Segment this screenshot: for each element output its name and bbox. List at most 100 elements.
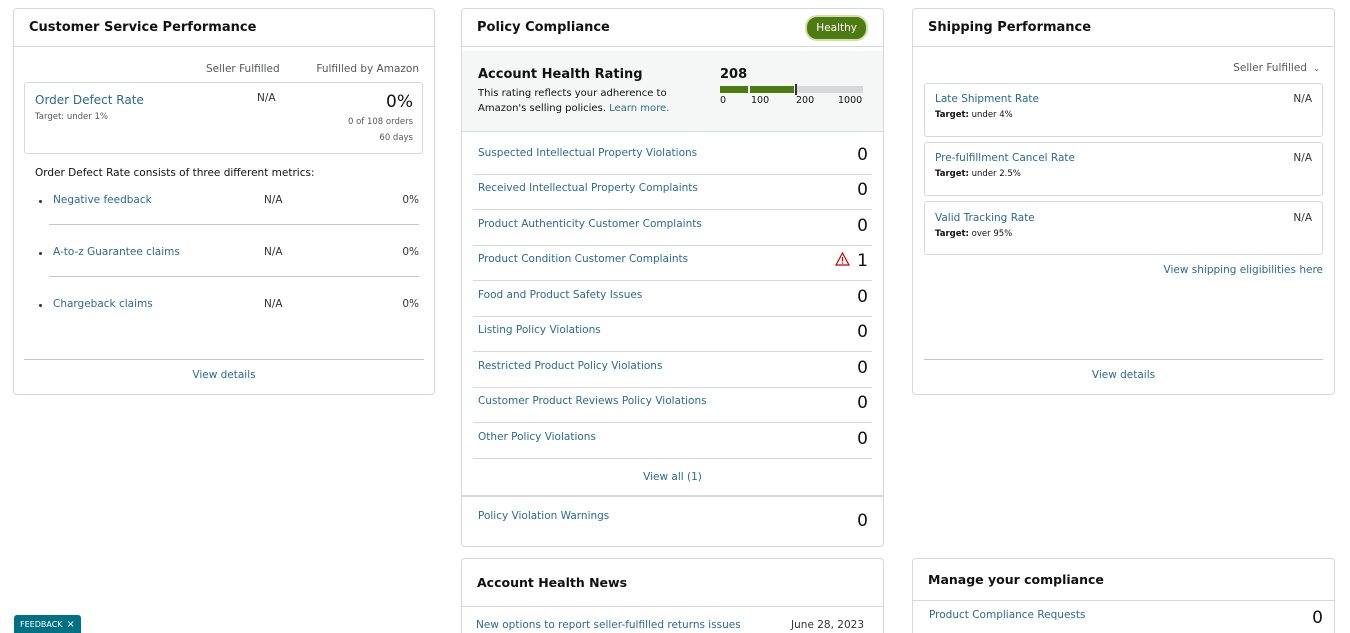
metric-row: Chargeback claims N/A 0% (24, 298, 419, 318)
metric-amazon-value: 0% (402, 246, 419, 258)
odr-target: Target: under 1% (35, 112, 108, 122)
odr-seller-value: N/A (257, 92, 276, 104)
metric-value: N/A (1293, 152, 1312, 164)
policy-row-link[interactable]: Received Intellectual Property Complaint… (478, 182, 698, 194)
news-date: June 28, 2023 (791, 619, 864, 631)
view-details-link[interactable]: View details (913, 369, 1334, 381)
feedback-button[interactable]: FEEDBACK × (14, 615, 81, 633)
policy-row-count: 1 (857, 251, 868, 271)
seller-fulfilled-header: Seller Fulfilled (206, 63, 280, 75)
warnings-count: 0 (857, 511, 868, 531)
policy-row-link[interactable]: Product Condition Customer Complaints (478, 253, 688, 265)
rating-value: 208 (720, 67, 748, 82)
shipping-metric-box: Pre-fulfillment Cancel Rate Target: unde… (924, 142, 1323, 196)
compliance-count: 0 (1312, 608, 1323, 628)
scale-label: 200 (796, 95, 815, 106)
scale-label: 100 (751, 95, 770, 106)
policy-row-count: 0 (857, 216, 868, 236)
learn-more-link[interactable]: Learn more. (609, 103, 669, 114)
metric-amazon-value: 0% (402, 194, 419, 206)
view-details-link[interactable]: View details (14, 369, 434, 381)
fulfillment-dropdown[interactable]: Seller Fulfilled ⌄ (1233, 62, 1320, 74)
card-title: Shipping Performance (928, 20, 1092, 35)
rating-title: Account Health Rating (478, 67, 643, 82)
policy-row: Restricted Product Policy Violations 0 (473, 352, 872, 388)
metric-value: N/A (1293, 93, 1312, 105)
policy-row-count: 0 (857, 322, 868, 342)
policy-row-link[interactable]: Listing Policy Violations (478, 324, 601, 336)
shipping-eligibilities-link[interactable]: View shipping eligibilities here (1164, 264, 1323, 276)
metric-row: Negative feedback N/A 0% (24, 194, 419, 214)
customer-service-performance-card: Customer Service Performance Seller Fulf… (13, 8, 435, 395)
order-defect-rate-link[interactable]: Order Defect Rate (35, 93, 144, 107)
policy-row: Listing Policy Violations 0 (473, 316, 872, 352)
odr-orders: 0 of 108 orders (347, 117, 413, 127)
divider (462, 495, 883, 497)
rating-bar-segment (796, 86, 863, 93)
policy-row: Suspected Intellectual Property Violatio… (473, 139, 872, 175)
divider (49, 276, 419, 277)
odr-period: 60 days (379, 133, 413, 143)
card-header: Customer Service Performance (14, 9, 434, 47)
policy-row-link[interactable]: Product Authenticity Customer Complaints (478, 218, 702, 230)
policy-row: Customer Product Reviews Policy Violatio… (473, 387, 872, 423)
policy-row-count: 0 (857, 358, 868, 378)
metric-seller-value: N/A (264, 246, 283, 258)
metric-row: A-to-z Guarantee claims N/A 0% (24, 246, 419, 266)
policy-row: Food and Product Safety Issues 0 (473, 281, 872, 317)
shipping-performance-card: Shipping Performance Seller Fulfilled ⌄ … (912, 8, 1335, 395)
policy-row-link[interactable]: Customer Product Reviews Policy Violatio… (478, 395, 707, 407)
policy-row-link[interactable]: Other Policy Violations (478, 431, 596, 443)
policy-row-link[interactable]: Suspected Intellectual Property Violatio… (478, 147, 697, 159)
bullet (39, 252, 42, 255)
policy-row: Received Intellectual Property Complaint… (473, 174, 872, 210)
metric-seller-value: N/A (264, 298, 283, 310)
order-defect-rate-box: Order Defect Rate Target: under 1% N/A 0… (24, 82, 423, 154)
dropdown-label: Seller Fulfilled (1233, 62, 1307, 74)
card-title: Customer Service Performance (29, 20, 257, 35)
warning-icon (834, 251, 851, 269)
odr-amazon-value: 0% (386, 92, 413, 112)
policy-row-link[interactable]: Food and Product Safety Issues (478, 289, 642, 301)
atoz-claims-link[interactable]: A-to-z Guarantee claims (53, 246, 180, 258)
health-status-badge: Healthy (805, 14, 868, 41)
card-header: Manage your compliance (913, 559, 1334, 601)
feedback-label: FEEDBACK (20, 619, 63, 629)
fba-header: Fulfilled by Amazon (316, 63, 419, 75)
card-header: Policy Compliance Healthy (462, 9, 883, 47)
chevron-down-icon: ⌄ (1313, 64, 1320, 73)
shipping-metric-box: Valid Tracking Rate Target: over 95% N/A (924, 201, 1323, 255)
card-header: Shipping Performance (913, 9, 1334, 47)
product-compliance-requests-link[interactable]: Product Compliance Requests (929, 609, 1085, 621)
card-title: Manage your compliance (928, 572, 1104, 587)
metric-target: Target: under 2.5% (935, 169, 1021, 179)
rating-marker (795, 84, 797, 95)
close-icon[interactable]: × (67, 619, 75, 630)
metric-seller-value: N/A (264, 194, 283, 206)
rating-bar-segment (750, 86, 794, 93)
late-shipment-rate-link[interactable]: Late Shipment Rate (935, 93, 1039, 105)
policy-row-count: 0 (857, 287, 868, 307)
manage-compliance-card: Manage your compliance Product Complianc… (912, 558, 1335, 633)
rating-desc-1: This rating reflects your adherence to (478, 88, 667, 99)
pre-fulfillment-cancel-rate-link[interactable]: Pre-fulfillment Cancel Rate (935, 152, 1075, 164)
policy-violation-warnings-link[interactable]: Policy Violation Warnings (478, 510, 609, 522)
divider (49, 224, 419, 225)
shipping-metric-box: Late Shipment Rate Target: under 4% N/A (924, 83, 1323, 137)
bullet (39, 200, 42, 203)
card-header: Account Health News (462, 559, 883, 607)
news-item-link[interactable]: New options to report seller-fulfilled r… (476, 619, 741, 631)
card-title: Policy Compliance (477, 20, 610, 35)
view-all-link[interactable]: View all (1) (462, 471, 883, 483)
negative-feedback-link[interactable]: Negative feedback (53, 194, 152, 206)
valid-tracking-rate-link[interactable]: Valid Tracking Rate (935, 212, 1035, 224)
scale-label: 1000 (838, 95, 863, 106)
policy-row-link[interactable]: Restricted Product Policy Violations (478, 360, 662, 372)
bullet (39, 304, 42, 307)
metric-target: Target: over 95% (935, 229, 1013, 239)
account-health-news-card: Account Health News New options to repor… (461, 558, 884, 633)
chargeback-claims-link[interactable]: Chargeback claims (53, 298, 153, 310)
account-health-rating-panel: Account Health Rating This rating reflec… (462, 51, 883, 132)
policy-row: Other Policy Violations 0 (473, 423, 872, 459)
divider (924, 359, 1323, 360)
